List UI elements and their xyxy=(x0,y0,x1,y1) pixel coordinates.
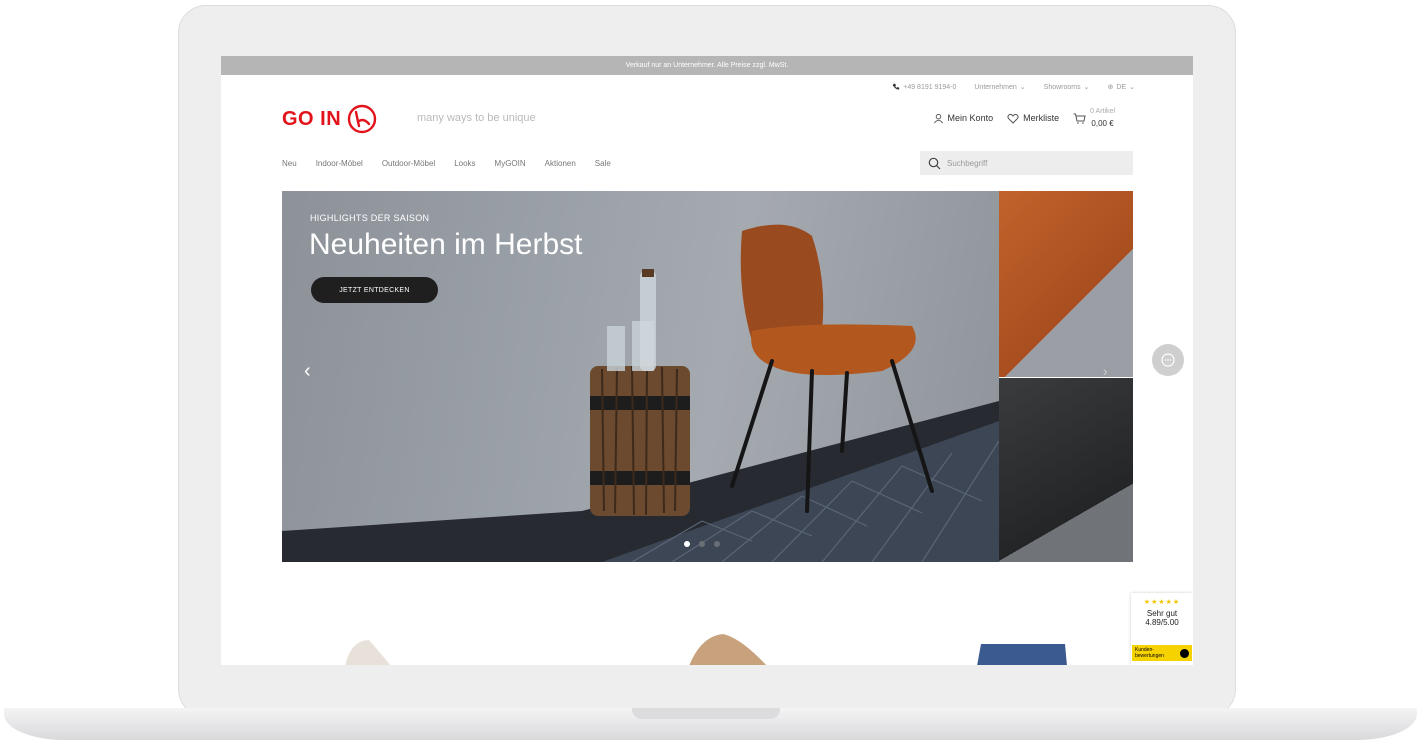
product-teaser-images xyxy=(345,634,1067,665)
nav-item-mygoin[interactable]: MyGOIN xyxy=(495,159,526,168)
rating-stars: ★★★★★ xyxy=(1143,599,1181,606)
showrooms-menu[interactable]: Showrooms ⌄ xyxy=(1043,83,1090,92)
hero-slider[interactable]: HIGHLIGHTS DER SAISON Neuheiten im Herbs… xyxy=(282,191,999,562)
logo-text: GO IN xyxy=(282,107,342,130)
search-input[interactable]: Suchbegriff xyxy=(920,151,1133,175)
product-teasers xyxy=(221,626,1193,665)
chevron-down-icon: ⌄ xyxy=(1083,84,1090,91)
company-label: Unternehmen xyxy=(974,83,1017,91)
search-icon xyxy=(928,157,941,169)
discover-button[interactable]: JETZT ENTDECKEN xyxy=(311,277,438,303)
globe-icon: ⊕ xyxy=(1107,84,1114,91)
language-menu[interactable]: ⊕ DE ⌄ xyxy=(1107,83,1135,92)
thumbnail-leather-brown[interactable] xyxy=(999,191,1133,377)
announcement-bar: Verkauf nur an Unternehmer. Alle Preise … xyxy=(221,56,1193,75)
thumbnail-leather-black[interactable] xyxy=(999,378,1133,562)
nav-item-sale[interactable]: Sale xyxy=(595,159,611,168)
phone-link[interactable]: +49 8191 9194-0 xyxy=(892,83,956,91)
tagline: many ways to be unique xyxy=(417,112,536,124)
search-placeholder: Suchbegriff xyxy=(947,158,988,168)
chat-button[interactable] xyxy=(1152,344,1184,376)
nav-item-neu[interactable]: Neu xyxy=(282,159,297,168)
logo[interactable]: GO IN xyxy=(282,104,377,134)
my-account-link[interactable]: Mein Konto xyxy=(933,113,994,124)
my-account-label: Mein Konto xyxy=(947,113,994,123)
cart-icon xyxy=(1073,113,1086,124)
slider-dot[interactable] xyxy=(684,541,690,547)
cart-summary: 0 Artikel 0,00 € xyxy=(1090,108,1115,128)
nav-item-looks[interactable]: Looks xyxy=(454,159,475,168)
user-icon xyxy=(933,113,943,123)
account-bar: Mein Konto Merkliste 0 Artikel 0,00 € xyxy=(933,108,1115,128)
logo-chair-icon xyxy=(347,104,377,134)
chevron-down-icon: ⌄ xyxy=(1129,84,1135,91)
language-label: DE xyxy=(1116,83,1127,91)
utility-bar: +49 8191 9194-0 Unternehmen ⌄ Showrooms ⌄ … xyxy=(892,83,1135,91)
cart-total: 0,00 € xyxy=(1091,119,1114,128)
chevron-down-icon: ⌄ xyxy=(1019,84,1026,91)
laptop-notch xyxy=(632,708,780,719)
cart-count: 0 Artikel xyxy=(1090,108,1115,115)
chevron-left-icon[interactable]: ‹ xyxy=(304,361,311,381)
browser-screen: Verkauf nur an Unternehmer. Alle Preise … xyxy=(221,56,1193,665)
cart-link[interactable]: 0 Artikel 0,00 € xyxy=(1073,108,1115,128)
wishlist-link[interactable]: Merkliste xyxy=(1007,113,1059,124)
hero-title: Neuheiten im Herbst xyxy=(309,228,583,261)
slider-dot[interactable] xyxy=(699,541,705,547)
wishlist-label: Merkliste xyxy=(1023,113,1060,123)
slider-dot[interactable] xyxy=(714,541,720,547)
chat-icon xyxy=(1161,353,1175,367)
nav-item-aktionen[interactable]: Aktionen xyxy=(545,159,576,168)
nav-item-indoor[interactable]: Indoor-Möbel xyxy=(316,159,363,168)
main-nav: Neu Indoor-Möbel Outdoor-Möbel Looks MyG… xyxy=(282,159,611,168)
phone-icon xyxy=(893,83,900,90)
rating-label: Sehr gut xyxy=(1146,609,1178,618)
heart-icon xyxy=(1007,113,1019,124)
chevron-right-icon[interactable]: › xyxy=(1103,361,1108,381)
phone-number: +49 8191 9194-0 xyxy=(903,83,957,91)
company-menu[interactable]: Unternehmen ⌄ xyxy=(974,83,1026,92)
nav-item-outdoor[interactable]: Outdoor-Möbel xyxy=(382,159,435,168)
slider-dots xyxy=(684,541,720,547)
showrooms-label: Showrooms xyxy=(1043,83,1081,91)
hero-thumbnails: › xyxy=(999,191,1133,562)
hero-kicker: HIGHLIGHTS DER SAISON xyxy=(310,213,430,223)
